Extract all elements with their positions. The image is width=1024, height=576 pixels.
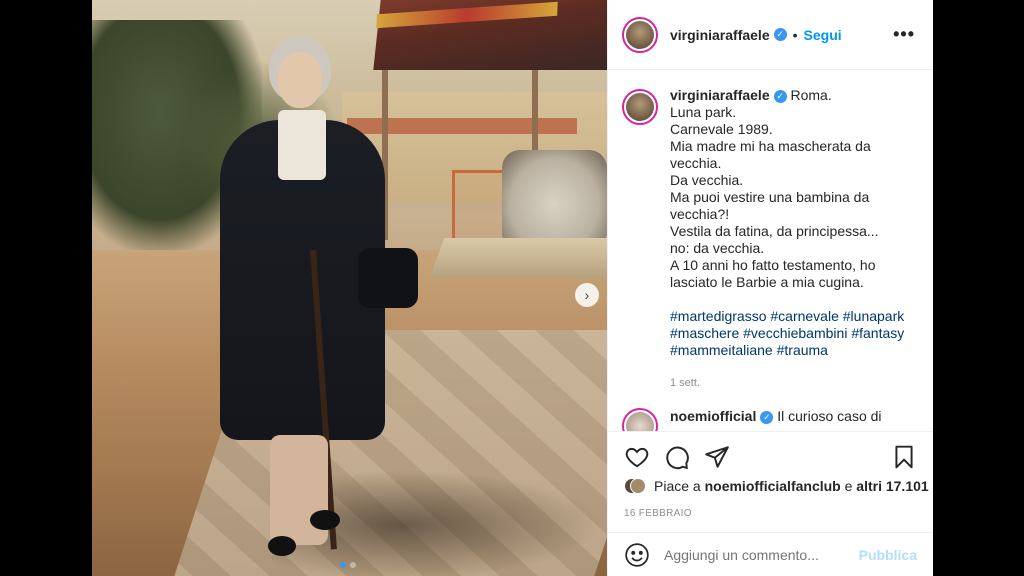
more-options-icon[interactable]: ••• [893,24,915,45]
verified-badge-icon: ✓ [773,89,787,103]
post-actions [608,431,933,481]
save-button[interactable] [891,444,917,470]
hashtag-line[interactable]: #martedigrasso #carnevale #lunapark [670,308,915,325]
verified-badge-icon: ✓ [773,28,787,41]
caption-line: Luna park. [670,104,737,120]
avatar[interactable] [622,408,658,431]
caption-line: Vestila da fatina, da principessa... [670,223,879,239]
like-button[interactable] [624,444,650,470]
caption-line: Ma puoi vestire una bambina da [670,189,870,205]
comment-text: Il curioso caso di [777,408,882,424]
author-username[interactable]: virginiaraffaele [670,27,770,43]
avatar[interactable] [622,89,658,125]
chevron-right-icon: › [584,287,590,303]
caption-line: vecchia?! [670,206,730,222]
caption-line: no: da vecchia. [670,240,765,256]
post-photo[interactable]: › [92,0,607,576]
carousel-dot [340,562,346,568]
post-header: virginiaraffaele ✓ • Segui ••• [608,0,933,70]
caption-line: Carnevale 1989. [670,121,773,137]
follow-button[interactable]: Segui [804,27,842,43]
liker-username[interactable]: noemiofficialfanclub [705,478,841,494]
comment-icon [666,446,689,469]
publish-button[interactable]: Pubblica [859,547,917,563]
carousel-next-button[interactable]: › [575,283,599,307]
hashtag-line[interactable]: #maschere #vecchiebambini #fantasy [670,325,915,342]
comment: noemiofficial ✓ Il curioso caso di [622,408,919,431]
likes-count[interactable]: altri 17.101 [856,478,928,494]
emoji-button[interactable] [624,542,650,568]
avatar[interactable] [622,16,658,53]
caption-line: lasciato le Barbie a mia cugina. [670,274,864,290]
caption-username[interactable]: virginiaraffaele [670,87,770,103]
caption-line: Mia madre mi ha mascherata da [670,138,871,154]
post-date[interactable]: 16 FEBBRAIO [624,508,692,519]
paper-plane-icon [705,445,729,468]
caption-line: Da vecchia. [670,172,744,188]
likes-summary[interactable]: Piace a noemiofficialfanclub e altri 17.… [624,478,929,494]
heart-icon [625,447,649,467]
share-button[interactable] [704,444,730,470]
instagram-post-view: › virginiaraffaele ✓ • Segui ••• virgini… [0,0,1024,576]
comments-section[interactable]: virginiaraffaele ✓ Roma. Luna park. Carne… [608,71,933,431]
caption: virginiaraffaele ✓ Roma. Luna park. Carne… [622,87,919,392]
carousel-indicator [340,562,356,568]
post-side-panel: virginiaraffaele ✓ • Segui ••• virginiar… [607,0,933,576]
caption-line: A 10 anni ho fatto testamento, ho [670,257,876,273]
smiley-icon [625,542,649,567]
post-time-ago[interactable]: 1 sett. [670,375,915,392]
liker-avatars [624,478,646,494]
bookmark-icon [895,445,913,468]
comment-username[interactable]: noemiofficial [670,408,756,424]
hashtag-line[interactable]: #mammeitaliane #trauma [670,342,915,359]
carousel-dot [350,562,356,568]
hashtags: #martedigrasso #carnevale #lunapark #mas… [670,308,915,359]
caption-line: vecchia. [670,155,722,171]
comment-input[interactable] [664,546,859,563]
caption-line: Roma. [790,87,832,103]
comment-button[interactable] [664,444,690,470]
add-comment-bar: Pubblica [608,532,933,576]
verified-badge-icon: ✓ [760,410,774,424]
